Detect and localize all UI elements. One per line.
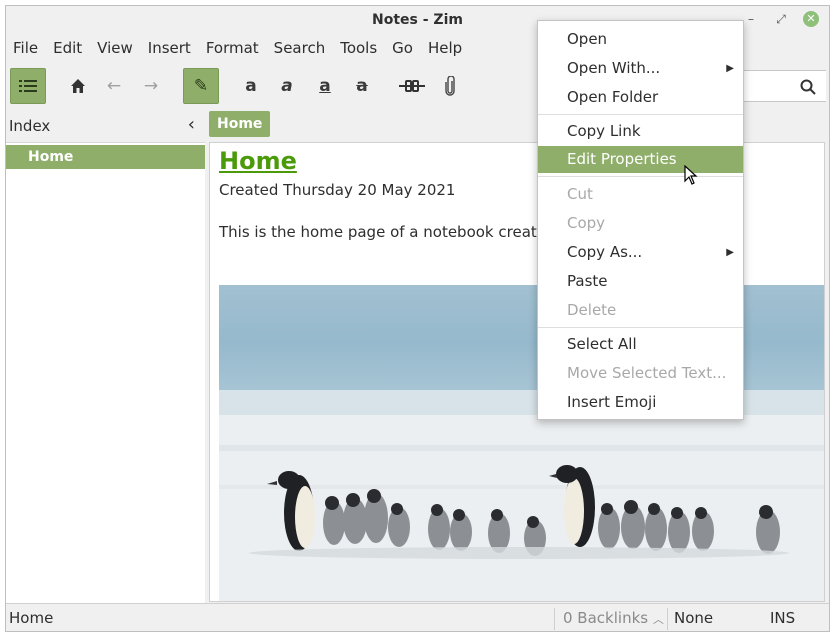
mouse-pointer-icon (684, 164, 698, 189)
menubar: File Edit View Insert Format Search Tool… (6, 36, 470, 60)
menu-item-move-selected-text: Move Selected Text... (567, 364, 727, 382)
menu-item-cut: Cut (567, 185, 593, 203)
bold-icon: a (245, 76, 257, 96)
close-icon[interactable]: ✕ (803, 11, 819, 27)
forward-button[interactable]: → (133, 68, 169, 104)
menu-view[interactable]: View (90, 36, 141, 60)
strikethrough-icon: a (356, 76, 368, 96)
index-title: Index (9, 117, 51, 135)
status-divider (667, 608, 668, 630)
chevron-up-icon: ︿ (652, 613, 664, 626)
search-input[interactable] (742, 70, 826, 102)
menu-file[interactable]: File (6, 36, 46, 60)
bold-button[interactable]: a (233, 68, 269, 104)
back-button[interactable]: ← (96, 68, 132, 104)
pencil-icon: ✎ (193, 76, 209, 96)
link-icon (399, 80, 425, 92)
index-tree: Home (6, 142, 205, 603)
index-item-home[interactable]: Home (6, 145, 205, 169)
submenu-arrow-icon: ▶ (726, 247, 734, 258)
maximize-icon[interactable]: ⤢ (773, 11, 789, 27)
menu-item-edit-properties[interactable]: Edit Properties (538, 146, 743, 173)
menu-item-open-with[interactable]: Open With... ▶ (538, 55, 743, 82)
arrow-right-icon: → (143, 76, 159, 96)
statusbar: Home 0 Backlinks ︿ None INS (6, 603, 829, 631)
underline-button[interactable]: a (307, 68, 343, 104)
context-menu: Open Open With... ▶ Open Folder Copy Link… (537, 20, 744, 420)
menu-item-paste[interactable]: Paste (538, 268, 743, 295)
list-icon (19, 80, 37, 92)
search-icon[interactable] (800, 79, 816, 99)
window-controls: – ⤢ ✕ (743, 11, 819, 27)
strikethrough-button[interactable]: a (344, 68, 380, 104)
insert-link-button[interactable] (394, 68, 430, 104)
status-page: Home (9, 609, 54, 627)
italic-button[interactable]: a (269, 68, 305, 104)
minimize-icon[interactable]: – (743, 11, 759, 27)
chevron-left-icon[interactable]: ‹ (188, 109, 195, 141)
page-heading[interactable]: Home (219, 147, 297, 175)
home-button[interactable] (60, 68, 96, 104)
home-icon (71, 79, 85, 93)
menu-item-select-all[interactable]: Select All (538, 331, 743, 358)
pathbar-home-button[interactable]: Home (209, 111, 271, 137)
status-divider (554, 608, 555, 630)
menu-format[interactable]: Format (199, 36, 267, 60)
menu-tools[interactable]: Tools (333, 36, 385, 60)
status-style[interactable]: None (674, 604, 713, 631)
toggle-index-button[interactable] (10, 68, 46, 104)
index-header: Index ‹ (6, 110, 205, 142)
menu-insert[interactable]: Insert (141, 36, 199, 60)
backlinks-label: 0 Backlinks (563, 609, 649, 627)
menu-item-delete: Delete (567, 301, 617, 319)
intro-paragraph: This is the home page of a notebook crea… (219, 223, 570, 241)
menu-divider (538, 327, 743, 328)
status-insert-mode[interactable]: INS (770, 604, 795, 631)
menu-go[interactable]: Go (385, 36, 421, 60)
created-date: Created Thursday 20 May 2021 (219, 181, 456, 199)
menu-item-copy: Copy (567, 214, 606, 232)
menu-item-open-folder[interactable]: Open Folder (538, 84, 743, 111)
underline-icon: a (319, 76, 331, 96)
menu-divider (538, 114, 743, 115)
menu-search[interactable]: Search (267, 36, 334, 60)
backlinks-button[interactable]: 0 Backlinks ︿ (563, 604, 664, 631)
menu-edit[interactable]: Edit (46, 36, 90, 60)
arrow-left-icon: ← (106, 76, 122, 96)
menu-item-insert-emoji[interactable]: Insert Emoji (538, 389, 743, 416)
edit-mode-button[interactable]: ✎ (183, 68, 219, 104)
menu-item-open[interactable]: Open (538, 26, 743, 53)
italic-icon: a (281, 76, 293, 96)
menu-divider (538, 176, 743, 177)
attach-file-button[interactable] (432, 68, 468, 104)
menu-item-copy-as[interactable]: Copy As... ▶ (538, 239, 743, 266)
menu-help[interactable]: Help (421, 36, 470, 60)
paperclip-icon (445, 76, 455, 96)
menu-item-copy-link[interactable]: Copy Link (538, 118, 743, 145)
submenu-arrow-icon: ▶ (726, 63, 734, 74)
